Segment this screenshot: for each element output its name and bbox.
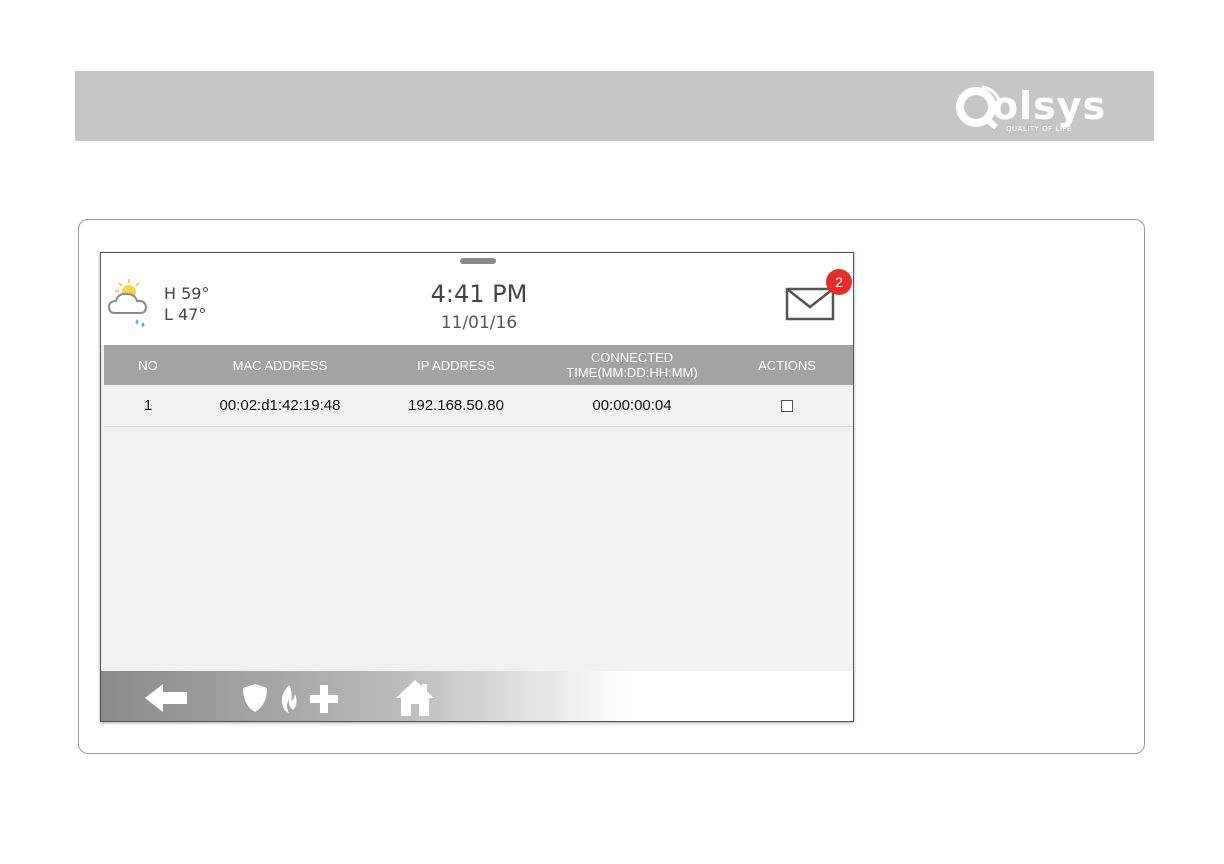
column-header-no: NO — [138, 357, 158, 373]
table-row: 1 00:02:d1:42:19:48 192.168.50.80 00:00:… — [104, 385, 853, 427]
logo-wordmark: olsys — [992, 84, 1107, 128]
envelope-icon[interactable] — [785, 286, 835, 322]
clock-date: 11/01/16 — [440, 313, 518, 333]
logo-tagline: QUALITY OF LIFE — [1006, 125, 1072, 133]
cell-connected-time: 00:00:00:04 — [592, 397, 672, 414]
cell-actions — [720, 385, 853, 426]
low-temperature: L 47° — [164, 305, 207, 324]
clock-time: 4:41 PM — [430, 280, 528, 308]
column-header-connected-time: CONNECTED TIME(MM:DD:HH:MM) — [566, 350, 698, 380]
table-header: NO MAC ADDRESS IP ADDRESS CONNECTED TIME… — [104, 345, 853, 385]
high-temperature: H 59° — [164, 284, 210, 303]
medical-cross-icon[interactable] — [310, 685, 338, 713]
home-icon[interactable] — [395, 679, 435, 717]
row-select-checkbox[interactable] — [781, 399, 793, 412]
bottom-nav-bar — [101, 671, 853, 721]
cell-mac-address: 00:02:d1:42:19:48 — [219, 397, 341, 414]
qolsys-logo: olsys QUALITY OF LIFE — [956, 83, 1132, 133]
fire-icon[interactable] — [277, 684, 301, 714]
column-header-mac-address: MAC ADDRESS — [232, 357, 328, 373]
column-header-ip-address: IP ADDRESS — [417, 357, 495, 373]
panel-screen: H 59° L 47° 4:41 PM 11/01/16 2 NO MAC AD… — [100, 252, 854, 722]
pull-down-handle[interactable] — [460, 258, 496, 264]
status-bar: H 59° L 47° 4:41 PM 11/01/16 2 — [101, 253, 853, 345]
header-banner: olsys QUALITY OF LIFE — [75, 71, 1154, 141]
back-arrow-icon[interactable] — [145, 684, 187, 712]
message-count-badge: 2 — [826, 269, 852, 295]
cell-ip-address: 192.168.50.80 — [408, 397, 504, 414]
shield-icon[interactable] — [242, 683, 268, 713]
cloud-sun-rain-icon — [107, 279, 148, 327]
cell-no: 1 — [143, 397, 153, 414]
column-header-actions: ACTIONS — [758, 357, 816, 373]
